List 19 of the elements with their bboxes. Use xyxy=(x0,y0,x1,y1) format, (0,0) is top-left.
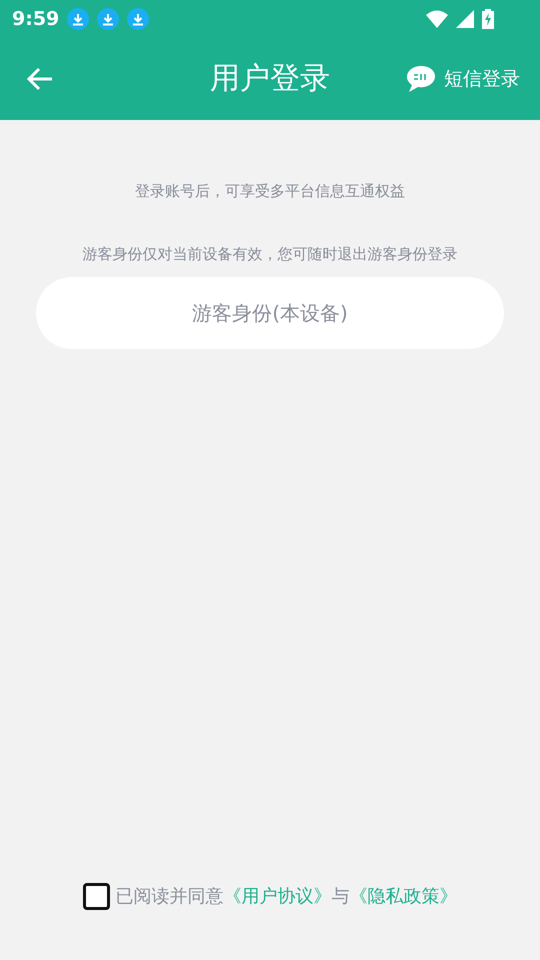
agreement-checkbox[interactable] xyxy=(82,883,110,910)
sms-bubble-icon xyxy=(406,65,436,93)
download-icon xyxy=(67,8,90,30)
agreement-text: 已阅读并同意 xyxy=(116,885,224,909)
agreement-link[interactable]: 《用户协议》 xyxy=(224,883,332,910)
guest-login-button[interactable]: 游客身份(本设备) xyxy=(36,277,504,349)
signal-icon xyxy=(456,10,474,28)
download-icon xyxy=(97,8,120,30)
battery-icon xyxy=(482,9,494,29)
info-text: 登录账号后，可享受多平台信息互通权益 xyxy=(135,181,405,202)
sms-login-button[interactable]: 短信登录 xyxy=(406,64,520,94)
wifi-icon xyxy=(426,10,448,28)
status-time: 9:59 xyxy=(12,6,60,32)
agreement-link[interactable]: 《隐私政策》 xyxy=(350,883,458,910)
download-icon xyxy=(127,8,150,30)
page-title: 用户登录 xyxy=(210,61,330,96)
info-text: 游客身份仅对当前设备有效，您可随时退出游客身份登录 xyxy=(82,244,458,264)
back-arrow-icon[interactable] xyxy=(26,67,54,91)
agreement-text: 与 xyxy=(332,885,350,909)
